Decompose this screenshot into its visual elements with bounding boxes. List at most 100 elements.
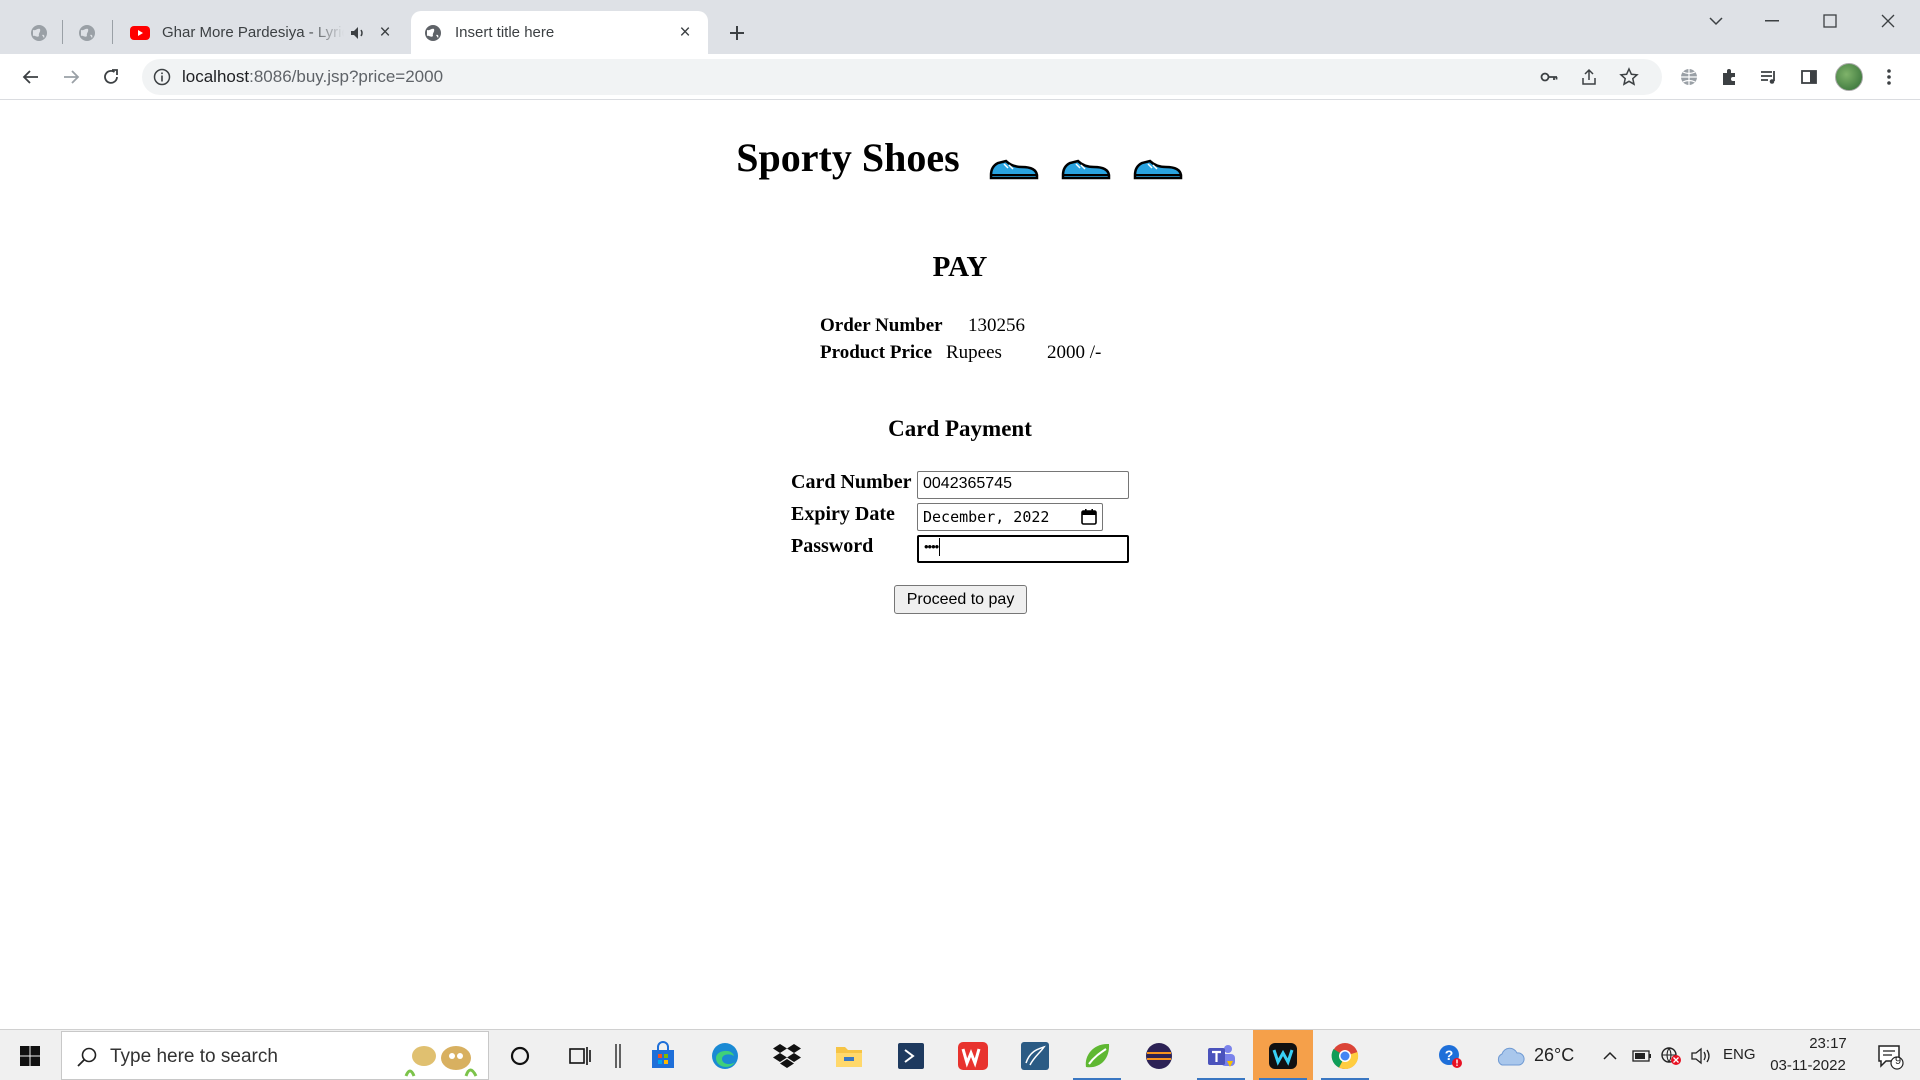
proceed-to-pay-button[interactable]: Proceed to pay [894,585,1027,614]
card-number-input[interactable]: 0042365745 [917,471,1129,499]
tab-divider [112,20,113,44]
side-panel-button[interactable] [1792,60,1826,94]
chevron-up-icon [1603,1051,1617,1060]
price-value: 2000 /- [1047,342,1102,363]
tab-title: Insert title here [455,24,555,41]
tab-insert-title[interactable]: Insert title here × [411,11,708,54]
tab-divider [62,20,63,44]
clock-time[interactable]: 23:17 [1789,1035,1867,1052]
weather-temperature[interactable]: 26°C [1534,1045,1574,1066]
forward-button[interactable] [54,60,88,94]
profile-avatar[interactable] [1835,63,1863,91]
close-icon[interactable]: × [374,22,396,44]
share-icon[interactable] [1579,67,1599,87]
taskbar-app-teams[interactable] [1191,1030,1251,1080]
extensions-button[interactable] [1712,60,1746,94]
taskbar-app-edge[interactable] [695,1030,755,1080]
pinned-tab-1[interactable] [20,13,58,53]
expiry-date-input[interactable]: December, 2022 [917,503,1103,531]
browser-toolbar: localhost:8086/buy.jsp?price=2000 [0,54,1920,100]
help-tray-button[interactable]: ? [1430,1030,1470,1080]
sneaker-icon [1061,159,1110,180]
show-hidden-icons-button[interactable] [1598,1030,1622,1080]
taskbar-app-mysql-workbench[interactable] [1005,1030,1065,1080]
calendar-icon[interactable] [1080,508,1098,526]
close-window-button[interactable] [1860,0,1916,42]
globe-icon [1681,69,1697,85]
weather-widget[interactable] [1490,1030,1530,1080]
search-highlight-illustration [404,1046,478,1077]
media-control-button[interactable] [1752,60,1786,94]
chrome-icon [1331,1042,1359,1069]
tab-search-button[interactable] [1688,0,1744,42]
speaker-icon [1691,1047,1710,1064]
sneaker-icon [989,159,1038,180]
price-currency: Rupees [946,342,1002,363]
task-view-icon [569,1046,591,1065]
maximize-button[interactable] [1802,0,1858,42]
network-tray-button[interactable] [1658,1030,1684,1080]
taskbar-app-powershell[interactable] [881,1030,941,1080]
clock-date[interactable]: 03-11-2022 [1769,1057,1847,1074]
pinned-tab-2[interactable] [68,13,106,53]
site-title: Sporty Shoes [736,135,960,180]
taskbar-search-box[interactable]: Type here to search [61,1031,489,1080]
expiry-date-value: December, 2022 [923,508,1050,526]
vpn-extension-button[interactable] [1672,60,1706,94]
taskbar-app-dropbox[interactable] [757,1030,817,1080]
shoe-icons [978,138,1184,185]
password-label: Password [791,535,874,557]
globe-icon [425,24,441,41]
globe-icon [31,25,47,41]
store-icon [652,1040,674,1068]
address-bar[interactable]: localhost:8086/buy.jsp?price=2000 [142,59,1662,95]
taskbar-app-webex[interactable] [1253,1030,1313,1080]
eclipse-icon [1146,1042,1172,1069]
teams-icon [1208,1044,1235,1067]
network-offline-icon [1661,1046,1681,1065]
tab-youtube[interactable]: Ghar More Pardesiya - Lyrical × [118,11,408,54]
puzzle-icon [1723,69,1735,85]
close-icon[interactable]: × [674,22,696,44]
wps-office-icon [958,1041,988,1070]
text-caret [939,538,941,556]
reload-button[interactable] [94,60,128,94]
card-payment-heading: Card Payment [888,416,1032,441]
help-icon: ? [1439,1044,1462,1068]
key-icon[interactable] [1539,67,1559,87]
notification-count: 9 [1894,1055,1902,1067]
order-number-label: Order Number [820,315,943,336]
taskbar-app-eclipse[interactable] [1129,1030,1189,1080]
star-icon[interactable] [1619,67,1639,87]
cortana-button[interactable] [490,1030,550,1080]
speaker-icon[interactable] [348,23,368,43]
menu-button[interactable] [1872,60,1906,94]
globe-icon [79,25,95,41]
taskbar-app-spring-tools[interactable] [1067,1030,1127,1080]
search-icon [77,1047,97,1067]
taskbar-app-store[interactable] [633,1030,693,1080]
sneaker-icon [1133,159,1182,180]
windows-logo-icon [20,1045,40,1066]
back-button[interactable] [14,60,48,94]
divider-app-icon [614,1043,621,1068]
minimize-button[interactable] [1744,0,1800,42]
notification-center-button[interactable]: 9 [1864,1030,1916,1080]
start-button[interactable] [0,1030,60,1080]
order-number-value: 130256 [968,315,1025,336]
language-indicator[interactable]: ENG [1723,1046,1756,1063]
order-number-row: Order Number 130256 [820,315,1025,342]
taskbar-app-file-explorer[interactable] [819,1030,879,1080]
taskbar-app-chrome[interactable] [1315,1030,1375,1080]
terminal-icon [898,1042,924,1069]
volume-tray-button[interactable] [1688,1030,1714,1080]
spring-tools-icon [1085,1043,1110,1067]
battery-tray-button[interactable] [1630,1030,1654,1080]
taskbar-app-wps[interactable] [943,1030,1003,1080]
info-icon[interactable] [152,67,172,87]
new-tab-button[interactable] [720,16,754,50]
close-icon [1881,14,1895,28]
password-input[interactable]: •••• [917,535,1129,563]
maximize-icon [1823,14,1837,28]
site-header: Sporty Shoes [4,134,1916,185]
